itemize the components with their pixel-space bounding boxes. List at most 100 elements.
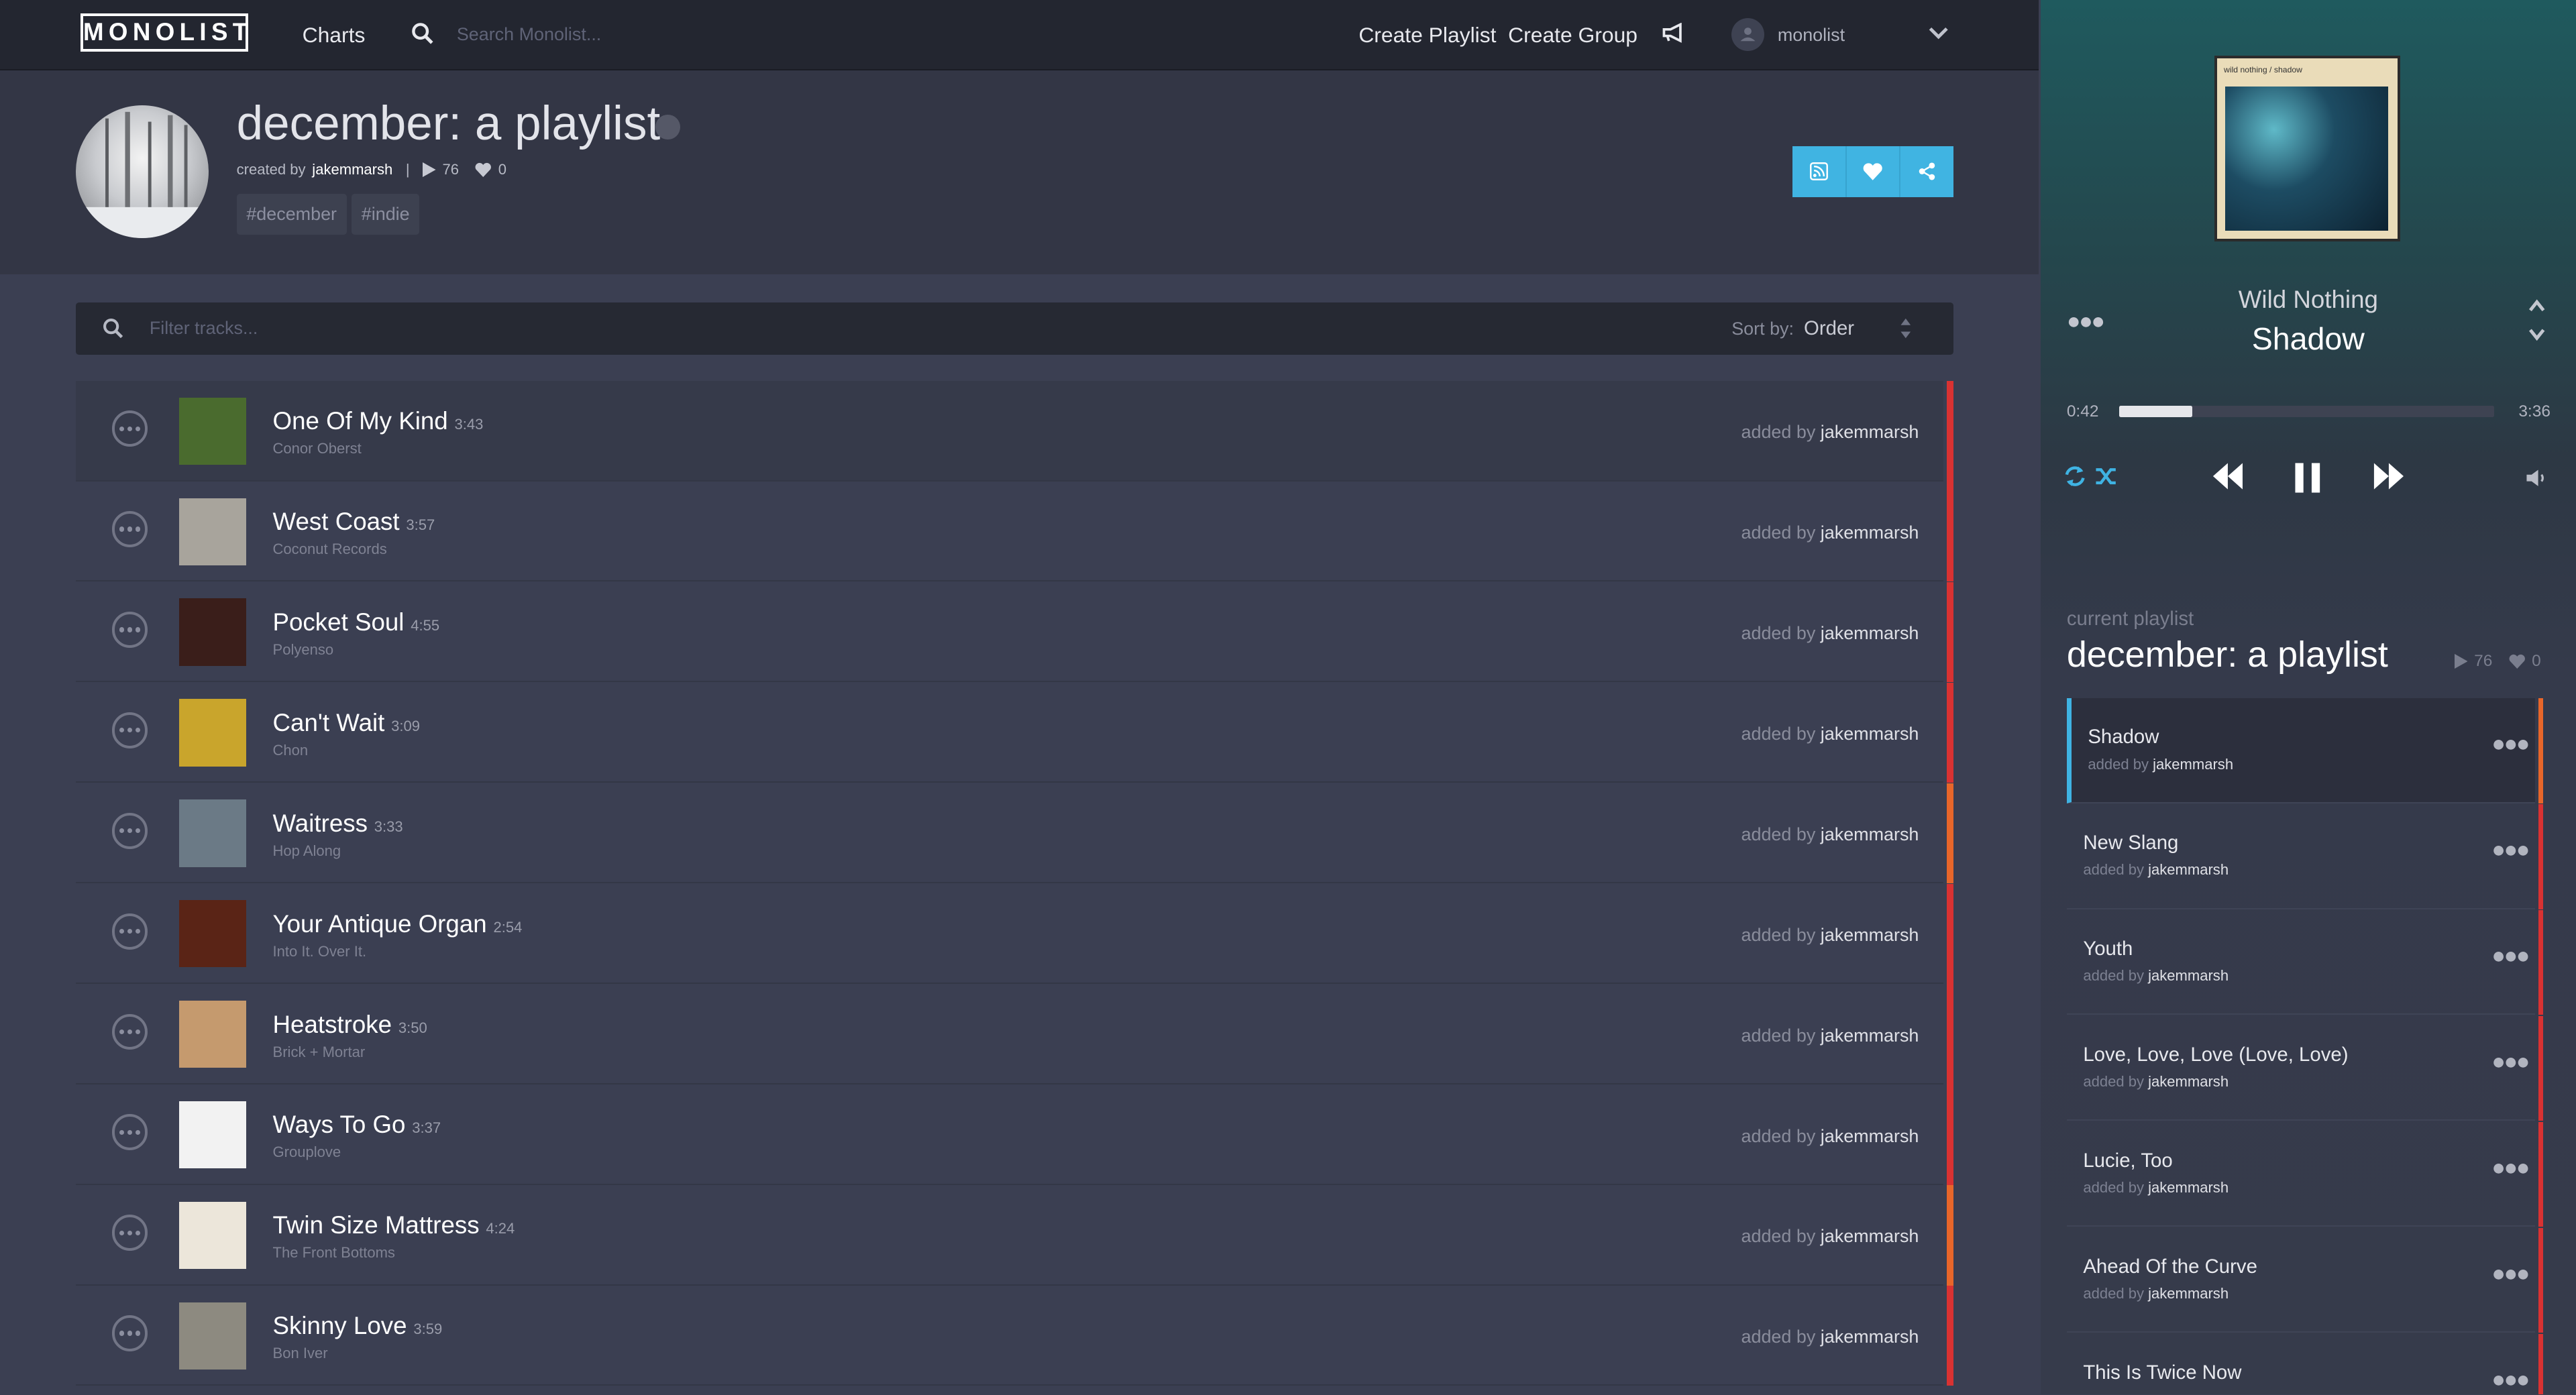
added-by-user[interactable]: jakemmarsh <box>1821 1025 1919 1046</box>
added-by-user[interactable]: jakemmarsh <box>2148 967 2229 984</box>
repeat-icon[interactable] <box>2063 465 2086 488</box>
track-options-icon[interactable] <box>111 410 148 447</box>
track-options-icon[interactable] <box>111 1215 148 1251</box>
create-group-link[interactable]: Create Group <box>1508 23 1638 48</box>
current-playlist-title[interactable]: december: a playlist <box>2067 634 2388 675</box>
queue-item-title[interactable]: Love, Love, Love (Love, Love) <box>2083 1044 2348 1066</box>
track-title-line[interactable]: Waitress 3:33 <box>273 810 403 838</box>
megaphone-icon[interactable] <box>1662 23 1684 43</box>
queue-item-title[interactable]: Shadow <box>2088 726 2159 748</box>
track-row[interactable]: Can't Wait 3:09 Chon added by jakemmarsh <box>75 682 1953 783</box>
track-title-line[interactable]: Twin Size Mattress 4:24 <box>273 1211 515 1239</box>
search-icon[interactable] <box>411 21 433 44</box>
track-title-line[interactable]: Can't Wait 3:09 <box>273 709 421 737</box>
track-title[interactable]: Skinny Love <box>273 1312 407 1339</box>
added-by-user[interactable]: jakemmarsh <box>1821 1226 1919 1246</box>
track-artist[interactable]: Polyenso <box>273 641 334 659</box>
added-by-user[interactable]: jakemmarsh <box>1821 522 1919 543</box>
volume-icon[interactable] <box>2525 468 2548 488</box>
tag-indie[interactable]: #indie <box>352 193 420 235</box>
tag-december[interactable]: #december <box>236 193 347 235</box>
track-title[interactable]: One Of My Kind <box>273 407 448 435</box>
queue-item[interactable]: New Slang added by jakemmarsh ●●● <box>2066 803 2544 909</box>
queue-item-title[interactable]: This Is Twice Now <box>2083 1361 2241 1384</box>
track-options-icon[interactable] <box>111 1114 148 1151</box>
queue-item-options-icon[interactable]: ●●● <box>2491 943 2530 969</box>
track-artist[interactable]: Brick + Mortar <box>273 1044 366 1061</box>
queue-item-options-icon[interactable]: ●●● <box>2491 1155 2530 1181</box>
track-options-icon[interactable] <box>111 1315 148 1352</box>
track-options-icon[interactable] <box>111 812 148 849</box>
track-artist[interactable]: Coconut Records <box>273 541 387 558</box>
next-icon[interactable] <box>2371 461 2407 491</box>
queue-item-title[interactable]: Ahead Of the Curve <box>2083 1256 2257 1278</box>
track-options-icon[interactable] <box>111 1013 148 1050</box>
queue-item[interactable]: Ahead Of the Curve added by jakemmarsh ●●● <box>2066 1227 2544 1333</box>
added-by-user[interactable]: jakemmarsh <box>1821 1327 1919 1347</box>
track-options-icon[interactable] <box>111 913 148 950</box>
added-by-user[interactable]: jakemmarsh <box>2148 1285 2229 1302</box>
track-options-icon[interactable] <box>111 611 148 648</box>
added-by-user[interactable]: jakemmarsh <box>1821 724 1919 744</box>
progress-bar[interactable] <box>2119 405 2494 418</box>
added-by-user[interactable]: jakemmarsh <box>1821 1126 1919 1146</box>
monolist-logo[interactable]: MONOLIST <box>80 13 249 52</box>
queue-item[interactable]: Lucie, Too added by jakemmarsh ●●● <box>2066 1121 2544 1227</box>
like-button[interactable] <box>1846 146 1901 197</box>
create-playlist-link[interactable]: Create Playlist <box>1358 23 1496 48</box>
track-artist[interactable]: Into It. Over It. <box>273 943 367 960</box>
track-row[interactable]: Skinny Love 3:59 Bon Iver added by jakemmar… <box>75 1286 1953 1386</box>
track-title[interactable]: Ways To Go <box>273 1111 406 1138</box>
track-title[interactable]: Twin Size Mattress <box>273 1211 480 1239</box>
track-row[interactable]: Ways To Go 3:37 Grouplove added by jakemmar… <box>75 1084 1953 1185</box>
track-title[interactable]: Can't Wait <box>273 709 385 736</box>
track-title-line[interactable]: One Of My Kind 3:43 <box>273 407 484 435</box>
queue-item-title[interactable]: New Slang <box>2083 832 2178 854</box>
sort-select[interactable]: Order <box>1804 317 1854 340</box>
added-by-user[interactable]: jakemmarsh <box>2148 1179 2229 1196</box>
track-options-icon[interactable] <box>111 511 148 547</box>
track-artist[interactable]: Chon <box>273 742 309 759</box>
added-by-user[interactable]: jakemmarsh <box>2148 1073 2229 1090</box>
queue-item-options-icon[interactable]: ●●● <box>2491 1367 2530 1393</box>
track-row[interactable]: Your Antique Organ 2:54 Into It. Over It. a… <box>75 883 1953 984</box>
track-title-line[interactable]: Ways To Go 3:37 <box>273 1111 441 1139</box>
rss-button[interactable] <box>1792 146 1847 197</box>
track-title-line[interactable]: Skinny Love 3:59 <box>273 1312 443 1340</box>
track-title[interactable]: Your Antique Organ <box>273 910 487 938</box>
track-title-line[interactable]: Your Antique Organ 2:54 <box>273 910 523 938</box>
creator-link[interactable]: jakemmarsh <box>312 161 392 178</box>
track-title-line[interactable]: West Coast 3:57 <box>273 508 435 536</box>
track-row[interactable]: West Coast 3:57 Coconut Records added by ja… <box>75 482 1953 582</box>
track-title-line[interactable]: Pocket Soul 4:55 <box>273 608 440 636</box>
track-row[interactable]: Waitress 3:33 Hop Along added by jakemmarsh <box>75 783 1953 884</box>
shuffle-icon[interactable] <box>2094 465 2117 488</box>
queue-item-options-icon[interactable]: ●●● <box>2491 1049 2530 1075</box>
track-row[interactable]: One Of My Kind 3:43 Conor Oberst added by j… <box>75 381 1953 482</box>
queue-item-options-icon[interactable]: ●●● <box>2491 1261 2530 1287</box>
track-row[interactable]: Pocket Soul 4:55 Polyenso added by jakemmar… <box>75 581 1953 683</box>
track-row[interactable]: Heatstroke 3:50 Brick + Mortar added by jak… <box>75 984 1953 1084</box>
queue-item-title[interactable]: Youth <box>2083 938 2133 960</box>
added-by-user[interactable]: jakemmarsh <box>1821 824 1919 844</box>
chevron-down-icon[interactable] <box>1929 26 1948 41</box>
track-title[interactable]: Heatstroke <box>273 1011 392 1038</box>
added-by-user[interactable]: jakemmarsh <box>1821 925 1919 945</box>
queue-item-options-icon[interactable]: ●●● <box>2491 731 2530 757</box>
nav-charts-link[interactable]: Charts <box>303 23 366 48</box>
track-artist[interactable]: Conor Oberst <box>273 440 362 457</box>
added-by-user[interactable]: jakemmarsh <box>1821 422 1919 442</box>
queue-item[interactable]: Shadow added by jakemmarsh ●●● <box>2066 698 2544 803</box>
search-input[interactable] <box>456 19 950 50</box>
user-avatar[interactable] <box>1731 17 1765 51</box>
queue-item[interactable]: Love, Love, Love (Love, Love) added by ja… <box>2066 1015 2544 1121</box>
queue-item-title[interactable]: Lucie, Too <box>2083 1150 2172 1172</box>
track-artist[interactable]: Bon Iver <box>273 1345 328 1362</box>
sort-arrows-icon[interactable] <box>1899 315 1913 341</box>
queue-item-options-icon[interactable]: ●●● <box>2491 837 2530 863</box>
added-by-user[interactable]: jakemmarsh <box>2153 756 2233 773</box>
added-by-user[interactable]: jakemmarsh <box>1821 623 1919 643</box>
added-by-user[interactable]: jakemmarsh <box>2148 861 2229 878</box>
previous-icon[interactable] <box>2210 461 2246 491</box>
track-artist[interactable]: Grouplove <box>273 1143 341 1161</box>
